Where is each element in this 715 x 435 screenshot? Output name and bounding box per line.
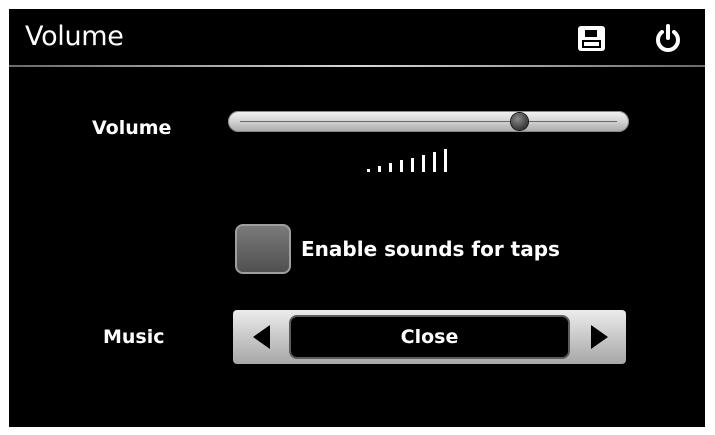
power-button[interactable] <box>652 23 684 55</box>
volume-slider[interactable] <box>228 111 629 132</box>
volume-label: Volume <box>92 117 172 139</box>
volume-level-indicator <box>9 9 705 427</box>
music-next-button[interactable] <box>570 310 626 364</box>
volume-level-bar <box>433 152 436 172</box>
enable-tap-sounds-label[interactable]: Enable sounds for taps <box>301 237 560 261</box>
volume-level-bar <box>422 155 425 172</box>
header-bar: Volume <box>9 9 705 67</box>
music-label: Music <box>103 326 165 348</box>
music-prev-button[interactable] <box>233 310 289 364</box>
power-icon <box>656 24 680 52</box>
music-selector: Close <box>233 310 626 364</box>
volume-slider-track <box>240 121 617 122</box>
volume-level-bar <box>389 163 392 172</box>
volume-level-bar <box>444 149 447 172</box>
page-title: Volume <box>25 21 124 52</box>
volume-level-bar <box>400 160 403 172</box>
volume-level-bar <box>367 169 370 172</box>
header-divider <box>9 65 705 67</box>
save-button[interactable] <box>576 23 608 55</box>
triangle-left-icon <box>253 325 270 349</box>
volume-slider-knob[interactable] <box>510 113 528 130</box>
enable-tap-sounds-checkbox[interactable] <box>235 224 291 274</box>
volume-level-bar <box>411 158 414 172</box>
floppy-disk-icon <box>578 26 605 51</box>
music-value[interactable]: Close <box>289 315 570 359</box>
triangle-right-icon <box>591 325 608 349</box>
volume-level-bar <box>378 166 381 172</box>
volume-settings-screen: Volume Volume Enable sounds for taps Mus… <box>9 9 705 427</box>
